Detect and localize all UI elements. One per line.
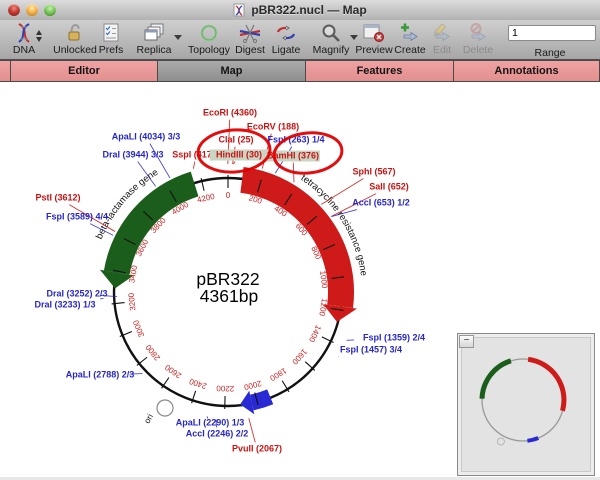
edit-pencil-icon: [431, 22, 453, 44]
document-dna-icon: [233, 3, 246, 17]
collapse-overview-button[interactable]: −: [459, 335, 474, 348]
preview-icon: [362, 22, 386, 44]
unlocked-label: Unlocked: [53, 44, 97, 56]
prefs-icon: [101, 22, 121, 44]
dna-icon: [13, 22, 35, 44]
replica-label: Replica: [136, 44, 171, 56]
plasmid-length: 4361bp: [200, 286, 258, 306]
magnify-icon: [320, 22, 342, 44]
delete-button[interactable]: Delete: [458, 22, 498, 56]
enzyme-pointer-line: [249, 418, 255, 442]
tick-label: 2000: [242, 379, 262, 392]
enzyme-pointer-line: [100, 298, 103, 299]
enzyme-label[interactable]: DraI (3252) 2/3: [46, 288, 107, 298]
enzyme-label[interactable]: AccI (653) 1/2: [352, 197, 410, 207]
overview-panel: −: [457, 333, 595, 476]
enzyme-label[interactable]: SphI (567): [352, 166, 395, 176]
gene-arc-3[interactable]: [252, 397, 270, 403]
unlock-icon: [64, 22, 86, 44]
tick-label: 2600: [163, 362, 183, 380]
title-bar: pBR322.nucl — Map: [0, 0, 600, 21]
enzyme-label[interactable]: ApaLI (4034) 3/3: [112, 131, 181, 141]
tick-label: 1400: [307, 324, 323, 344]
tick-label: 1800: [268, 366, 288, 383]
tick-label: 1200: [317, 298, 329, 318]
tick-label: 3400: [127, 264, 139, 284]
tab-map[interactable]: Map: [157, 61, 305, 81]
enzyme-pointer-line: [234, 162, 236, 165]
enzyme-label[interactable]: PvuII (2067): [232, 443, 282, 453]
range-group: Range: [508, 25, 592, 59]
create-label: Create: [394, 44, 426, 56]
enzyme-label[interactable]: AccI (2246) 2/2: [186, 428, 249, 438]
tick-label: 2800: [144, 342, 163, 362]
unlocked-button[interactable]: Unlocked: [52, 22, 98, 56]
digest-label: Digest: [235, 44, 265, 56]
range-input[interactable]: [508, 25, 596, 41]
delete-label: Delete: [463, 44, 493, 56]
stepper-icon[interactable]: [36, 30, 42, 42]
dna-button[interactable]: DNA: [2, 22, 46, 56]
replica-button[interactable]: Replica: [128, 22, 180, 56]
magnify-label: Magnify: [313, 44, 350, 56]
ori-label: ori: [142, 412, 155, 425]
app-window: pBR322.nucl — Map DNA Unlocked: [0, 0, 600, 477]
magnify-button[interactable]: Magnify: [306, 22, 356, 56]
tick-label: 1000: [318, 270, 329, 289]
enzyme-label[interactable]: HindIII (30): [216, 149, 262, 159]
tick-label: 4200: [196, 192, 216, 205]
edit-button[interactable]: Edit: [428, 22, 456, 56]
overview-plasmid-icon: [458, 334, 594, 475]
tick-label: 0: [226, 191, 231, 200]
tick-label: 1600: [290, 347, 309, 367]
tick-label: 3200: [127, 292, 138, 311]
topology-button[interactable]: Topology: [184, 22, 234, 56]
digest-icon: [238, 22, 262, 44]
tab-editor[interactable]: Editor: [10, 61, 157, 81]
replica-icon: [142, 22, 166, 44]
topology-label: Topology: [188, 44, 230, 56]
ligate-icon: [274, 22, 298, 44]
dna-label: DNA: [13, 44, 35, 56]
enzyme-label[interactable]: ClaI (25): [218, 134, 253, 144]
enzyme-pointer-line: [216, 419, 217, 427]
ori-symbol: [157, 400, 173, 416]
window-title: pBR322.nucl — Map: [251, 3, 366, 17]
enzyme-label[interactable]: EcoRV (188): [247, 121, 299, 131]
enzyme-label[interactable]: FspI (3589) 4/4: [46, 211, 108, 221]
tick-label: 2200: [216, 384, 235, 394]
enzyme-label[interactable]: DraI (3233) 1/3: [34, 299, 95, 309]
preview-label: Preview: [355, 44, 392, 56]
enzyme-label[interactable]: FspI (1359) 2/4: [363, 332, 425, 342]
tick-label: 2400: [188, 376, 208, 390]
range-label: Range: [508, 47, 592, 59]
preview-button[interactable]: Preview: [352, 22, 396, 56]
enzyme-label[interactable]: PstI (3612): [35, 192, 80, 202]
enzyme-label[interactable]: ApaLI (2788) 2/3: [66, 369, 135, 379]
map-view: 0200400600800100012001400160018002000220…: [0, 82, 600, 477]
tab-bar: Editor Map Features Annotations: [0, 60, 600, 82]
tick-label: 3000: [131, 318, 146, 338]
enzyme-label[interactable]: FspI (1457) 3/4: [340, 344, 402, 354]
digest-button[interactable]: Digest: [232, 22, 268, 56]
tab-annotations[interactable]: Annotations: [453, 61, 600, 81]
create-button[interactable]: Create: [394, 22, 426, 56]
prefs-label: Prefs: [99, 44, 124, 56]
enzyme-label[interactable]: DraI (3944) 3/3: [102, 149, 163, 159]
ligate-button[interactable]: Ligate: [268, 22, 304, 56]
enzyme-label[interactable]: EcoRI (4360): [203, 107, 257, 117]
delete-icon: [467, 22, 489, 44]
ligate-label: Ligate: [272, 44, 301, 56]
enzyme-pointer-line: [193, 162, 194, 169]
prefs-button[interactable]: Prefs: [96, 22, 126, 56]
topology-icon: [198, 22, 220, 44]
chevron-down-icon[interactable]: [174, 35, 182, 40]
enzyme-label[interactable]: ApaLI (2290) 1/3: [176, 417, 245, 427]
enzyme-label[interactable]: SalI (652): [369, 181, 409, 191]
tab-features[interactable]: Features: [305, 61, 453, 81]
toolbar: DNA Unlocked Prefs: [0, 20, 600, 60]
create-icon: [399, 22, 421, 44]
edit-label: Edit: [433, 44, 451, 56]
